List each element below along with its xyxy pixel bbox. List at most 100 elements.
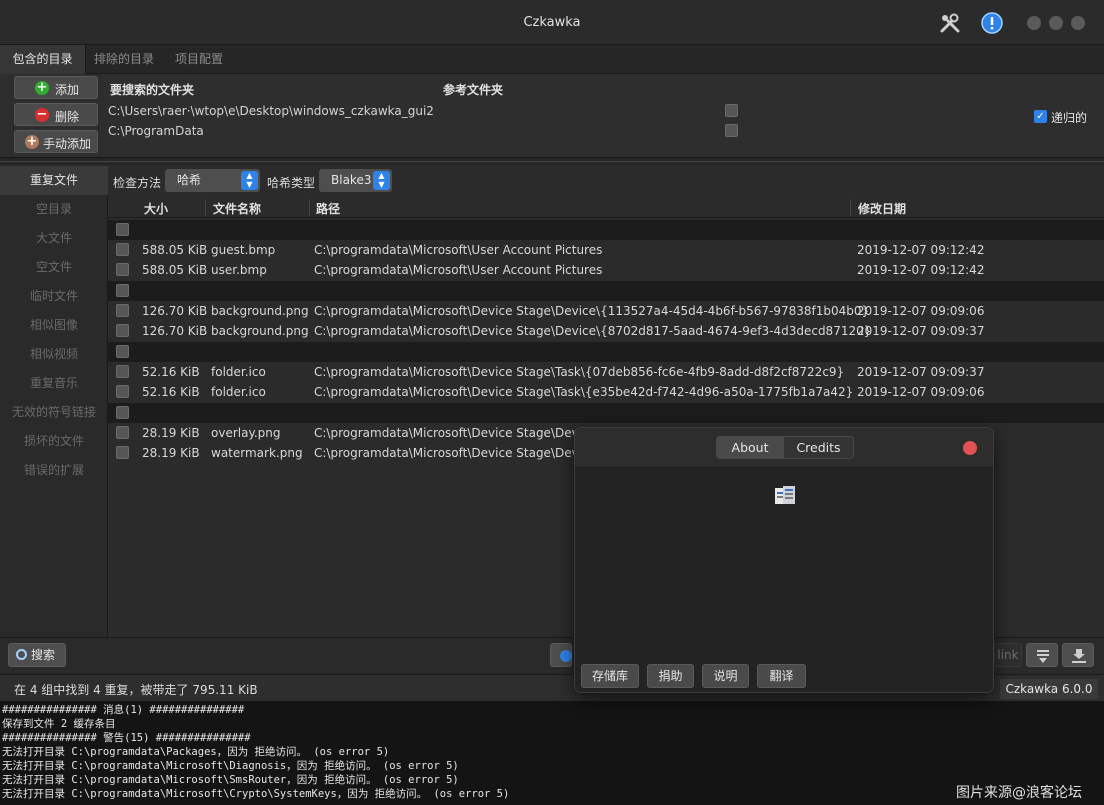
group-header-row [108, 342, 1104, 362]
column-file-name[interactable]: 文件名称 [213, 200, 261, 217]
table-row[interactable]: 588.05 KiB guest.bmp C:\programdata\Micr… [108, 240, 1104, 260]
image-source-watermark: 图片来源@浪客论坛 [956, 785, 1082, 801]
table-row[interactable]: 52.16 KiB folder.ico C:\programdata\Micr… [108, 362, 1104, 382]
save-button[interactable] [1062, 643, 1094, 667]
sidebar-item-broken-files[interactable]: 损坏的文件 [0, 427, 108, 456]
results-table-header: 大小 文件名称 路径 修改日期 [108, 196, 1104, 218]
table-row[interactable]: 126.70 KiB background.png C:\programdata… [108, 321, 1104, 341]
status-summary: 在 4 组中找到 4 重复，被带走了 795.11 KiB [14, 683, 258, 697]
czkawka-logo-icon [775, 486, 795, 504]
sidebar-item-duplicate-files[interactable]: 重复文件 [0, 166, 108, 195]
tab-excluded-directories[interactable]: 排除的目录 [86, 45, 162, 74]
repository-button[interactable]: 存储库 [581, 664, 639, 688]
column-modified-date[interactable]: 修改日期 [858, 200, 906, 217]
settings-tools-icon[interactable] [938, 11, 962, 35]
group-header-row [108, 281, 1104, 301]
sidebar-item-invalid-symlinks[interactable]: 无效的符号链接 [0, 398, 108, 427]
sidebar-item-bad-extensions[interactable]: 错误的扩展 [0, 456, 108, 485]
save-down-icon [1072, 649, 1086, 663]
check-method-label: 检查方法 [113, 176, 162, 190]
row-checkbox[interactable] [116, 284, 129, 297]
reference-folders-header: 参考文件夹 [443, 83, 504, 97]
log-line: ############### 警告(15) ############### [2, 732, 251, 744]
row-checkbox[interactable] [116, 324, 129, 337]
log-line: ############### 消息(1) ############### [2, 704, 245, 716]
row-checkbox[interactable] [116, 223, 129, 236]
table-row[interactable]: 588.05 KiB user.bmp C:\programdata\Micro… [108, 260, 1104, 280]
directory-path[interactable]: C:\Users\raer·\wtop\e\Desktop\windows_cz… [108, 104, 434, 118]
reference-folder-checkbox[interactable] [725, 124, 738, 137]
window-minimize-button[interactable] [1027, 16, 1041, 30]
row-checkbox[interactable] [116, 446, 129, 459]
row-checkbox[interactable] [116, 243, 129, 256]
sidebar-item-duplicate-music[interactable]: 重复音乐 [0, 369, 108, 398]
row-checkbox[interactable] [116, 263, 129, 276]
tab-included-directories[interactable]: 包含的目录 [0, 45, 86, 74]
sidebar-item-temporary-files[interactable]: 临时文件 [0, 282, 108, 311]
recursive-checkbox[interactable]: ✓ [1034, 110, 1047, 123]
symlink-button[interactable]: link [994, 643, 1022, 667]
add-directory-button[interactable]: + 添加 [14, 76, 98, 99]
directory-path[interactable]: C:\ProgramData [108, 124, 204, 138]
plus-icon: + [35, 80, 49, 95]
log-line: 无法打开目录 C:\programdata\Packages，因为 拒绝访问。 … [2, 746, 390, 758]
search-icon [16, 649, 27, 660]
remove-directory-button[interactable]: − 删除 [14, 103, 98, 126]
tab-about[interactable]: About [716, 436, 784, 459]
tab-credits[interactable]: Credits [783, 436, 854, 459]
hidden-action-button[interactable] [550, 643, 572, 667]
close-dialog-button[interactable] [963, 441, 977, 455]
sidebar-item-similar-images[interactable]: 相似图像 [0, 311, 108, 340]
group-header-row [108, 220, 1104, 240]
window-maximize-button[interactable] [1049, 16, 1063, 30]
table-row[interactable]: 126.70 KiB background.png C:\programdata… [108, 301, 1104, 321]
tab-item-config[interactable]: 项目配置 [162, 45, 236, 74]
sidebar-item-empty-files[interactable]: 空文件 [0, 253, 108, 282]
log-output[interactable]: ############### 消息(1) ############### 保存… [0, 701, 1104, 805]
log-line: 保存到文件 2 缓存条目 [2, 718, 116, 730]
log-line: 无法打开目录 C:\programdata\Microsoft\Diagnosi… [2, 760, 459, 772]
row-checkbox[interactable] [116, 385, 129, 398]
row-checkbox[interactable] [116, 406, 129, 419]
directory-tabs: 包含的目录 排除的目录 项目配置 [0, 45, 1104, 74]
tool-sidebar: 重复文件 空目录 大文件 空文件 临时文件 相似图像 相似视频 重复音乐 无效的… [0, 165, 108, 637]
sidebar-item-empty-folders[interactable]: 空目录 [0, 195, 108, 224]
log-line: 无法打开目录 C:\programdata\Microsoft\Crypto\S… [2, 788, 510, 800]
reference-folder-checkbox[interactable] [725, 104, 738, 117]
recursive-label: 递归的 [1051, 111, 1088, 125]
search-folders-header: 要搜索的文件夹 [110, 83, 195, 97]
row-checkbox[interactable] [116, 426, 129, 439]
hash-type-label: 哈希类型 [267, 176, 316, 190]
version-badge: Czkawka 6.0.0 [1000, 679, 1098, 699]
included-directories-panel: + 添加 − 删除 + 手动添加 要搜索的文件夹 参考文件夹 C:\Users\… [0, 74, 1104, 158]
about-info-icon[interactable] [980, 11, 1004, 35]
about-dialog: About Credits 存储库 捐助 说明 翻译 [574, 427, 994, 693]
sidebar-item-similar-videos[interactable]: 相似视频 [0, 340, 108, 369]
chevron-up-down-icon: ▲ ▼ [373, 171, 390, 190]
column-path[interactable]: 路径 [316, 200, 340, 217]
donate-button[interactable]: 捐助 [647, 664, 694, 688]
sidebar-item-big-files[interactable]: 大文件 [0, 224, 108, 253]
check-method-select[interactable]: 哈希 ▲ ▼ [165, 169, 260, 192]
row-checkbox[interactable] [116, 345, 129, 358]
manual-add-directory-button[interactable]: + 手动添加 [14, 130, 98, 153]
manual-plus-icon: + [25, 134, 39, 149]
hash-type-select[interactable]: Blake3 ▲ ▼ [319, 169, 392, 192]
group-header-row [108, 403, 1104, 423]
chevron-up-down-icon: ▲ ▼ [241, 171, 258, 190]
minus-icon: − [35, 107, 49, 122]
column-size[interactable]: 大小 [144, 200, 168, 217]
instructions-button[interactable]: 说明 [702, 664, 749, 688]
row-checkbox[interactable] [116, 304, 129, 317]
table-row[interactable]: 52.16 KiB folder.ico C:\programdata\Micr… [108, 382, 1104, 402]
row-checkbox[interactable] [116, 365, 129, 378]
arrow-down-icon [1037, 650, 1049, 663]
title-bar: Czkawka [0, 0, 1104, 45]
search-button[interactable]: 搜索 [8, 643, 66, 667]
log-line: 无法打开目录 C:\programdata\Microsoft\SmsRoute… [2, 774, 459, 786]
window-close-button[interactable] [1071, 16, 1085, 30]
move-down-button[interactable] [1026, 643, 1058, 667]
translate-button[interactable]: 翻译 [757, 664, 806, 688]
pane-splitter[interactable] [0, 158, 1104, 165]
about-dialog-header: About Credits [575, 428, 993, 468]
